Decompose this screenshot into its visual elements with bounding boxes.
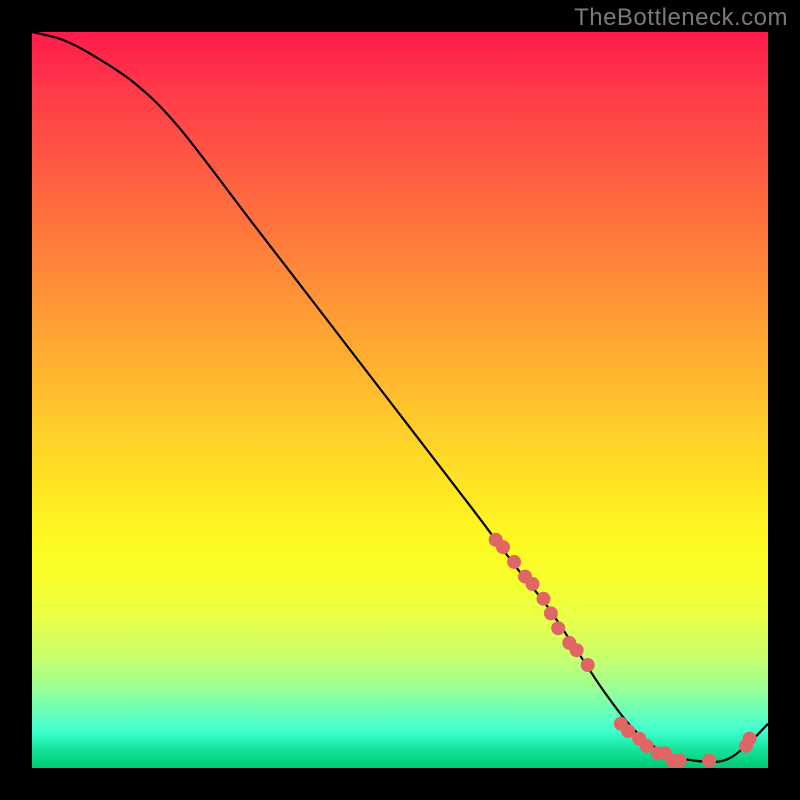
data-point	[496, 540, 510, 554]
data-point	[507, 555, 521, 569]
data-point	[581, 658, 595, 672]
data-point	[526, 577, 540, 591]
plot-area	[32, 32, 768, 768]
data-point	[702, 754, 716, 768]
bottleneck-curve	[32, 32, 768, 762]
chart-frame: TheBottleneck.com	[0, 0, 800, 800]
data-point	[537, 592, 551, 606]
data-points-group	[489, 533, 757, 768]
watermark-text: TheBottleneck.com	[574, 4, 788, 32]
chart-svg	[32, 32, 768, 768]
data-point	[673, 754, 687, 768]
data-point	[570, 643, 584, 657]
data-point	[544, 606, 558, 620]
data-point	[551, 621, 565, 635]
data-point	[743, 732, 757, 746]
